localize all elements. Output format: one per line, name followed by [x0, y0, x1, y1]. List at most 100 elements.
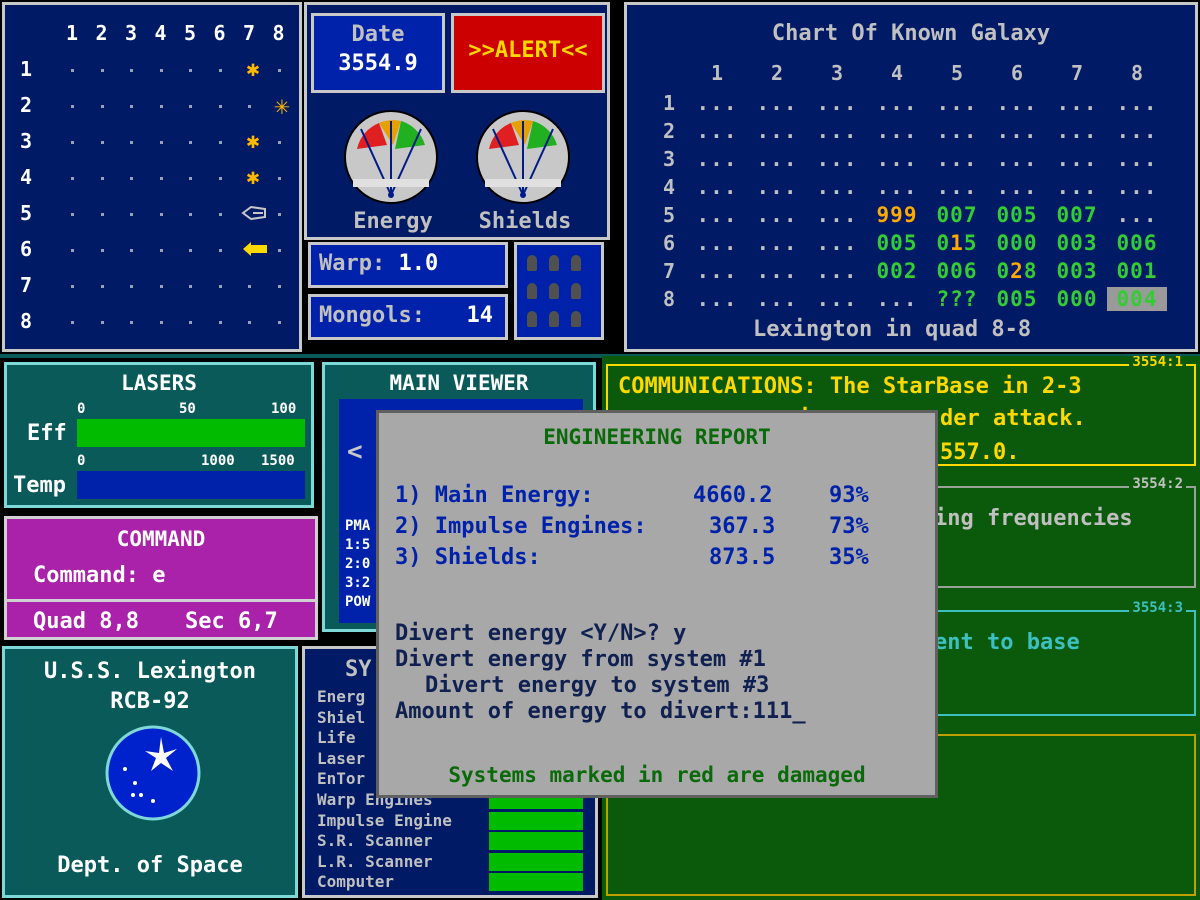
system-row-label: EnTor	[317, 769, 366, 789]
engineering-report-dialog[interactable]: ENGINEERING REPORT 1) Main Energy: 4660.…	[376, 410, 938, 798]
sector-col-1: 1	[65, 21, 79, 45]
sector-empty-dot	[130, 105, 133, 108]
galaxy-cell[interactable]: ...	[747, 175, 807, 199]
galaxy-cell[interactable]: ...	[1107, 119, 1167, 143]
galaxy-cell[interactable]: ...	[807, 175, 867, 199]
sector-empty-dot	[277, 213, 281, 216]
galaxy-chart-panel: Chart Of Known Galaxy 1 2 3 4 5 6 7 8 1 2 3 4 5 6 7 8..…	[624, 2, 1198, 352]
galaxy-title: Chart Of Known Galaxy	[771, 21, 1051, 46]
mongols-label: Mongols:	[319, 303, 425, 328]
galaxy-cell[interactable]: 000	[1047, 287, 1107, 311]
galaxy-cell[interactable]: ...	[1107, 203, 1167, 227]
galaxy-cell[interactable]: ...	[927, 175, 987, 199]
galaxy-cell[interactable]: ...	[807, 119, 867, 143]
galaxy-cell[interactable]: 003	[1047, 259, 1107, 283]
galaxy-cell[interactable]: ...	[987, 147, 1047, 171]
sector-empty-dot	[100, 249, 104, 252]
galaxy-footer: Lexington in quad 8-8	[753, 317, 1032, 342]
galaxy-cell[interactable]: 004	[1107, 287, 1167, 311]
sector-empty-dot	[100, 285, 104, 288]
galaxy-cell[interactable]: ...	[987, 175, 1047, 199]
galaxy-cell[interactable]: ...	[867, 119, 927, 143]
galaxy-cell[interactable]: ...	[1107, 91, 1167, 115]
galaxy-cell[interactable]: ...	[687, 175, 747, 199]
system-row-label: S.R. Scanner	[317, 831, 433, 851]
galaxy-cell[interactable]: 000	[987, 231, 1047, 255]
crew-member-icon	[549, 255, 559, 271]
log-2-line-1: ing frequencies	[934, 506, 1133, 531]
galaxy-cell[interactable]: ...	[687, 259, 747, 283]
galaxy-cell[interactable]: ...	[927, 119, 987, 143]
galaxy-cell[interactable]: ...	[687, 147, 747, 171]
galaxy-cell[interactable]: ...	[747, 147, 807, 171]
galaxy-cell[interactable]: ...	[747, 259, 807, 283]
galaxy-cell[interactable]: ...	[1047, 147, 1107, 171]
galaxy-cell[interactable]: ...	[1107, 175, 1167, 199]
command-prompt[interactable]: Command: e	[33, 563, 165, 588]
sector-empty-dot	[100, 141, 104, 144]
galaxy-cell[interactable]: ...	[807, 259, 867, 283]
galaxy-cell[interactable]: ...	[747, 231, 807, 255]
viewer-line: POW	[345, 594, 371, 610]
galaxy-cell[interactable]: ...	[927, 91, 987, 115]
galaxy-cell[interactable]: 007	[1047, 203, 1107, 227]
galaxy-cell[interactable]: 006	[927, 259, 987, 283]
galaxy-cell[interactable]: 001	[1107, 259, 1167, 283]
item-2-pct: 73%	[829, 514, 869, 539]
galaxy-cell[interactable]: 005	[867, 231, 927, 255]
galaxy-cell[interactable]: ...	[687, 231, 747, 255]
crew-box	[514, 242, 604, 340]
sector-empty-dot	[100, 177, 104, 180]
galaxy-cell[interactable]: ...	[867, 147, 927, 171]
sector-empty-dot	[71, 249, 74, 252]
galaxy-cell[interactable]: ...	[867, 175, 927, 199]
sector-empty-dot	[189, 69, 192, 72]
galaxy-cell[interactable]: ...	[807, 231, 867, 255]
galaxy-cell[interactable]: ...	[807, 287, 867, 311]
galaxy-cell[interactable]: 015	[927, 231, 987, 255]
galaxy-cell[interactable]: ...	[927, 147, 987, 171]
galaxy-cell[interactable]: 005	[987, 287, 1047, 311]
galaxy-cell[interactable]: ???	[927, 287, 987, 311]
galaxy-cell[interactable]: 028	[987, 259, 1047, 283]
galaxy-cell[interactable]: ...	[807, 147, 867, 171]
date-box: Date 3554.9	[311, 13, 445, 93]
alert-text: >>ALERT<<	[468, 38, 588, 63]
galaxy-cell[interactable]: ...	[747, 119, 807, 143]
divert-amount-input[interactable]: Amount of energy to divert:111_	[395, 699, 806, 724]
galaxy-cell[interactable]: ...	[867, 91, 927, 115]
galaxy-cell[interactable]: ...	[987, 119, 1047, 143]
sector-empty-dot	[100, 321, 104, 324]
viewer-line: 3:2	[345, 575, 371, 591]
galaxy-cell[interactable]: ...	[807, 203, 867, 227]
galaxy-cell[interactable]: 005	[987, 203, 1047, 227]
galaxy-cell[interactable]: ...	[1047, 175, 1107, 199]
galaxy-cell[interactable]: ...	[747, 91, 807, 115]
galaxy-cell[interactable]: ...	[1047, 91, 1107, 115]
space-emblem-icon	[105, 725, 201, 821]
galaxy-cell[interactable]: ...	[747, 287, 807, 311]
galaxy-cell[interactable]: ...	[687, 287, 747, 311]
galaxy-cell[interactable]: ...	[807, 91, 867, 115]
galaxy-cell[interactable]: 006	[1107, 231, 1167, 255]
galaxy-cell[interactable]: ...	[687, 203, 747, 227]
galaxy-cell[interactable]: ...	[1107, 147, 1167, 171]
galaxy-cell[interactable]: 007	[927, 203, 987, 227]
galaxy-cell[interactable]: ...	[687, 119, 747, 143]
system-health-bar	[489, 873, 583, 892]
system-row-label: Impulse Engine	[317, 810, 452, 830]
galaxy-cell[interactable]: 003	[1047, 231, 1107, 255]
temp-tick-2: 1500	[261, 453, 295, 469]
galaxy-cell[interactable]: ...	[867, 287, 927, 311]
sector-scan-panel: 12345678 12345678 ✱ ✳ ✱ ✱	[2, 2, 302, 352]
galaxy-cell[interactable]: ...	[687, 91, 747, 115]
galaxy-cell[interactable]: ...	[987, 91, 1047, 115]
galaxy-cell[interactable]: ...	[1047, 119, 1107, 143]
galaxy-cell[interactable]: ...	[747, 203, 807, 227]
sector-empty-dot	[71, 69, 74, 72]
galaxy-cell[interactable]: 999	[867, 203, 927, 227]
sector-empty-dot	[130, 285, 133, 288]
warp-label: Warp:	[319, 251, 386, 276]
galaxy-cell[interactable]: 002	[867, 259, 927, 283]
sector-empty-dot	[248, 321, 251, 324]
